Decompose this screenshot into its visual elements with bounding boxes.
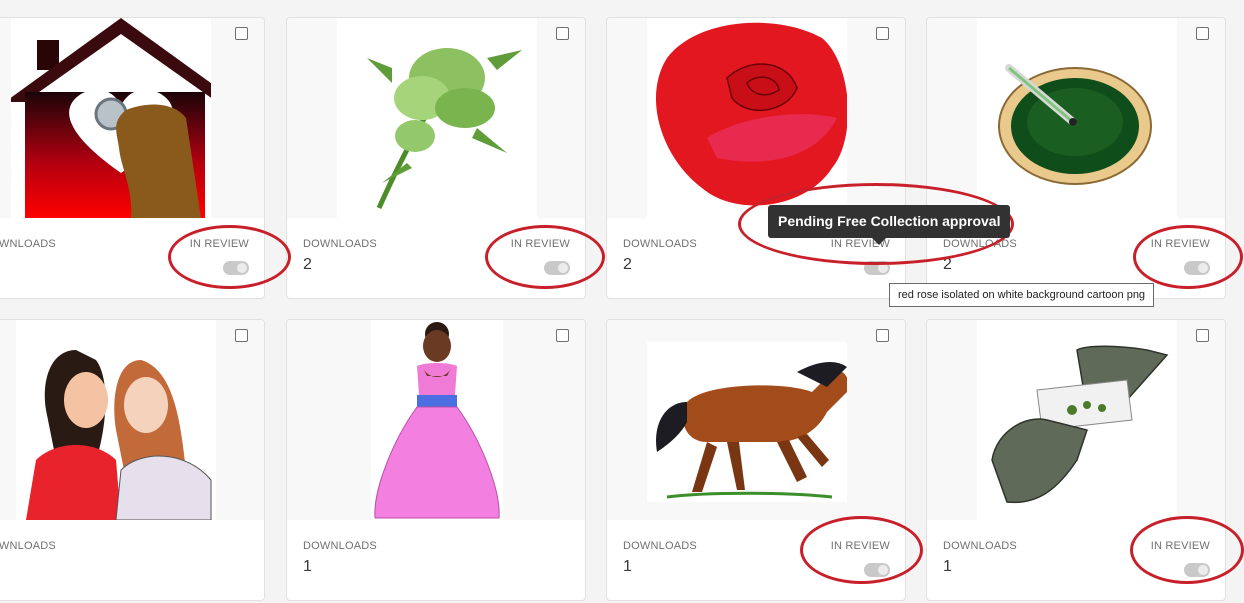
asset-card-ashtray[interactable]: DOWNLOADS 2 IN REVIEW (926, 17, 1226, 299)
asset-card-women[interactable]: DOWNLOADS (0, 319, 265, 601)
downloads-label: DOWNLOADS (303, 540, 377, 552)
thumbnail-area (607, 18, 905, 218)
downloads-label: DOWNLOADS (0, 238, 56, 250)
thumbnail-area (287, 18, 585, 218)
thumbnail-area (607, 320, 905, 520)
thumbnail-ashtray[interactable] (977, 18, 1177, 218)
thumbnail-area (0, 18, 264, 218)
free-collection-toggle[interactable] (864, 261, 890, 275)
select-checkbox[interactable] (876, 27, 889, 40)
downloads-label: DOWNLOADS (943, 540, 1017, 552)
pending-approval-tooltip: Pending Free Collection approval (768, 205, 1011, 238)
downloads-count: 2 (623, 256, 632, 273)
thumbnail-area (927, 18, 1225, 218)
free-collection-toggle[interactable] (864, 563, 890, 577)
asset-card-horse[interactable]: DOWNLOADS 1 IN REVIEW (606, 319, 906, 601)
thumbnail-area (927, 320, 1225, 520)
downloads-label: DOWNLOADS (303, 238, 377, 250)
asset-card-house[interactable]: DOWNLOADS IN REVIEW (0, 17, 265, 299)
select-checkbox[interactable] (556, 329, 569, 342)
status-badge: IN REVIEW (189, 238, 249, 250)
downloads-label: DOWNLOADS (623, 540, 697, 552)
thumbnail-cannabis[interactable] (337, 18, 537, 218)
free-collection-toggle[interactable] (1184, 563, 1210, 577)
free-collection-toggle[interactable] (544, 261, 570, 275)
select-checkbox[interactable] (235, 27, 248, 40)
free-collection-toggle[interactable] (1184, 261, 1210, 275)
asset-card-hands[interactable]: DOWNLOADS 1 IN REVIEW (926, 319, 1226, 601)
select-checkbox[interactable] (1196, 27, 1209, 40)
downloads-label: DOWNLOADS (623, 238, 697, 250)
image-title-tooltip: red rose isolated on white background ca… (889, 283, 1155, 307)
thumbnail-running-horse[interactable] (647, 342, 847, 502)
status-badge: IN REVIEW (1150, 238, 1210, 250)
downloads-label: DOWNLOADS (0, 540, 56, 552)
status-badge: IN REVIEW (830, 540, 890, 552)
thumbnail-red-rose[interactable] (647, 18, 847, 218)
asset-card-girl[interactable]: DOWNLOADS 1 (286, 319, 586, 601)
thumbnail-women-whispering[interactable] (16, 320, 216, 520)
downloads-label: DOWNLOADS (943, 238, 1017, 250)
asset-card-cannabis[interactable]: DOWNLOADS 2 IN REVIEW (286, 17, 586, 299)
free-collection-toggle[interactable] (223, 261, 249, 275)
select-checkbox[interactable] (235, 329, 248, 342)
thumbnail-girl-gown[interactable] (371, 320, 503, 520)
downloads-count: 1 (623, 558, 632, 575)
downloads-count: 1 (303, 558, 312, 575)
downloads-count: 2 (943, 256, 952, 273)
status-badge: IN REVIEW (1150, 540, 1210, 552)
tooltip-arrow (872, 238, 886, 245)
status-badge: IN REVIEW (510, 238, 570, 250)
downloads-count: 2 (303, 256, 312, 273)
thumbnail-house-heart[interactable] (11, 18, 211, 218)
asset-card-rose[interactable]: DOWNLOADS 2 IN REVIEW (606, 17, 906, 299)
thumbnail-area (287, 320, 585, 520)
select-checkbox[interactable] (556, 27, 569, 40)
select-checkbox[interactable] (1196, 329, 1209, 342)
thumbnail-hands-rolling[interactable] (977, 320, 1177, 520)
downloads-count: 1 (943, 558, 952, 575)
select-checkbox[interactable] (876, 329, 889, 342)
thumbnail-area (0, 320, 264, 520)
